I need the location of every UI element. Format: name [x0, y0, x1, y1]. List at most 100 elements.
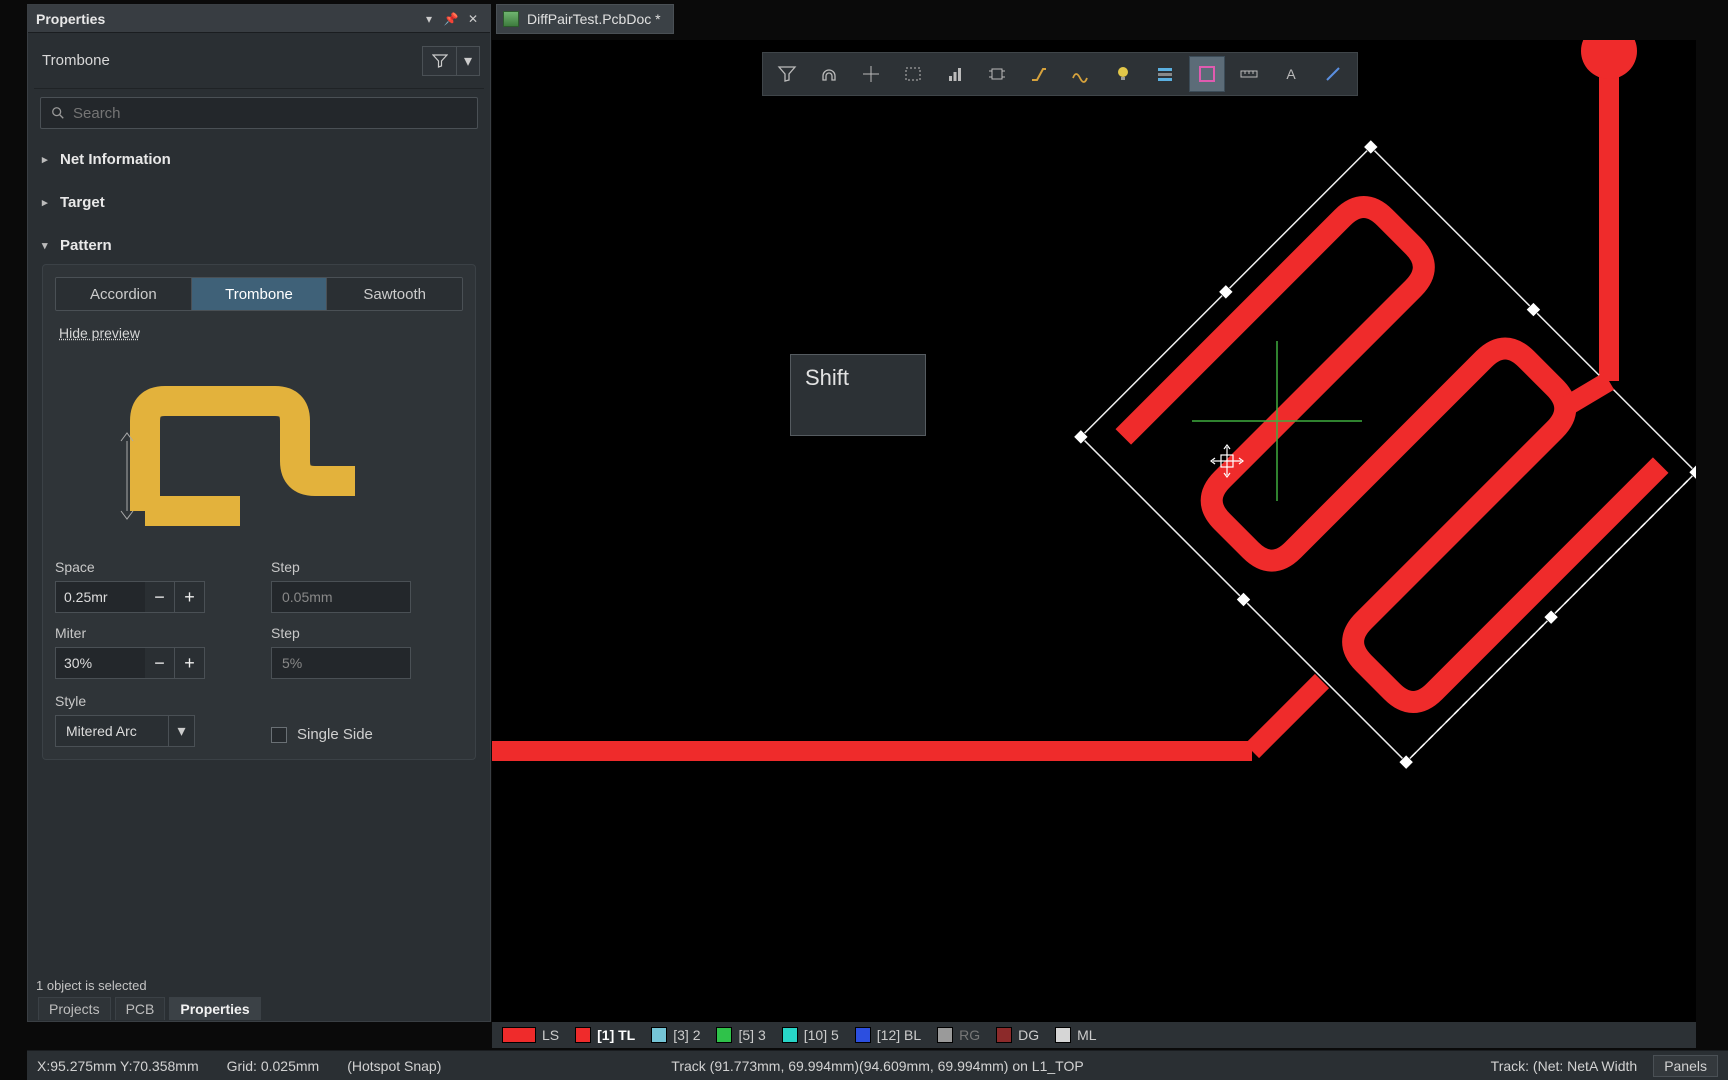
section-net-information[interactable]: ▸ Net Information [40, 145, 478, 174]
chevron-right-icon: ▸ [42, 153, 54, 166]
layer-item[interactable]: [3] 2 [651, 1027, 700, 1043]
single-side-checkbox[interactable]: Single Side [271, 726, 463, 747]
style-value: Mitered Arc [56, 716, 168, 746]
funnel-icon[interactable] [423, 47, 457, 75]
chevron-down-icon[interactable]: ▾ [457, 47, 479, 75]
layer-item[interactable]: DG [996, 1027, 1039, 1043]
chevron-down-icon: ▾ [42, 239, 54, 252]
space-input[interactable] [55, 581, 145, 613]
pcb-canvas[interactable] [492, 40, 1696, 1022]
selection-status: 1 object is selected [36, 978, 147, 993]
space-step-label: Step [271, 559, 463, 575]
route-icon[interactable] [1021, 56, 1057, 92]
layer-item[interactable]: RG [937, 1027, 980, 1043]
object-type-label: Trombone [42, 52, 422, 69]
snap-icon[interactable] [811, 56, 847, 92]
layer-item[interactable]: [10] 5 [782, 1027, 839, 1043]
chevron-down-icon[interactable]: ▾ [168, 716, 194, 746]
pcb-drawing [492, 40, 1696, 1022]
hide-preview-link[interactable]: Hide preview [55, 325, 140, 341]
panel-close-icon[interactable]: ✕ [464, 10, 482, 28]
miter-increment-button[interactable]: + [175, 647, 205, 679]
layer-label: ML [1077, 1027, 1096, 1043]
object-type-row: Trombone ▾ [34, 33, 484, 89]
layer-label: [12] BL [877, 1027, 921, 1043]
style-select[interactable]: Mitered Arc ▾ [55, 715, 195, 747]
chevron-right-icon: ▸ [42, 196, 54, 209]
style-label: Style [55, 693, 247, 709]
layer-item[interactable]: LS [502, 1027, 559, 1043]
pcb-doc-icon [503, 11, 519, 27]
svg-text:A: A [1286, 66, 1296, 82]
section-pattern[interactable]: ▾ Pattern [40, 231, 478, 260]
miter-step-input[interactable] [271, 647, 411, 679]
checkbox-box [271, 727, 287, 743]
panel-bottom-tabs: Projects PCB Properties [34, 995, 265, 1021]
canvas-toolbar: A [762, 52, 1358, 96]
section-label: Pattern [60, 237, 112, 254]
tab-trombone[interactable]: Trombone [192, 278, 328, 310]
line-icon[interactable] [1315, 56, 1351, 92]
status-grid: Grid: 0.025mm [227, 1058, 320, 1074]
space-increment-button[interactable]: + [175, 581, 205, 613]
status-coords: X:95.275mm Y:70.358mm [37, 1058, 199, 1074]
rectangle-icon[interactable] [895, 56, 931, 92]
search-field[interactable] [73, 105, 467, 122]
single-side-label: Single Side [297, 726, 373, 743]
layer-swatch [502, 1027, 536, 1043]
object-filter-combo[interactable]: ▾ [422, 46, 480, 76]
section-label: Net Information [60, 151, 171, 168]
bottom-tab-pcb[interactable]: PCB [115, 997, 166, 1020]
bottom-tab-projects[interactable]: Projects [38, 997, 111, 1020]
panel-pin-icon[interactable]: 📌 [442, 10, 460, 28]
layer-swatch [996, 1027, 1012, 1043]
layerstack-icon[interactable] [1147, 56, 1183, 92]
text-icon[interactable]: A [1273, 56, 1309, 92]
properties-panel: Properties ▾ 📌 ✕ Trombone ▾ [27, 4, 491, 1022]
layer-swatch [651, 1027, 667, 1043]
tab-accordion[interactable]: Accordion [56, 278, 192, 310]
layer-item[interactable]: ML [1055, 1027, 1096, 1043]
miter-decrement-button[interactable]: − [145, 647, 175, 679]
layer-label: LS [542, 1027, 559, 1043]
key-indicator-label: Shift [805, 365, 849, 390]
crosshair-icon[interactable] [853, 56, 889, 92]
layer-swatch [1055, 1027, 1071, 1043]
search-input[interactable] [40, 97, 478, 129]
document-tab[interactable]: DiffPairTest.PcbDoc * [496, 4, 674, 34]
highlight-icon[interactable] [1189, 56, 1225, 92]
document-tab-label: DiffPairTest.PcbDoc * [527, 11, 661, 27]
space-decrement-button[interactable]: − [145, 581, 175, 613]
layer-item[interactable]: [12] BL [855, 1027, 921, 1043]
layer-label: [1] TL [597, 1027, 635, 1043]
filter-icon[interactable] [769, 56, 805, 92]
bottom-tab-properties[interactable]: Properties [169, 997, 260, 1020]
layer-item[interactable]: [1] TL [575, 1027, 635, 1043]
layer-swatch [575, 1027, 591, 1043]
layer-item[interactable]: [5] 3 [716, 1027, 765, 1043]
diffpair-icon[interactable] [1063, 56, 1099, 92]
align-icon[interactable] [937, 56, 973, 92]
status-bar: X:95.275mm Y:70.358mm Grid: 0.025mm (Hot… [27, 1050, 1728, 1080]
bulb-icon[interactable] [1105, 56, 1141, 92]
panels-button[interactable]: Panels [1653, 1055, 1718, 1077]
status-right-info: Track: (Net: NetA Width [1491, 1058, 1638, 1074]
layer-label: DG [1018, 1027, 1039, 1043]
trombone-preview-icon [65, 361, 365, 541]
space-label: Space [55, 559, 247, 575]
section-target[interactable]: ▸ Target [40, 188, 478, 217]
layer-label: [3] 2 [673, 1027, 700, 1043]
layer-bar: LS [1] TL [3] 2 [5] 3 [10] 5 [12] BL RG DG ML [492, 1022, 1696, 1048]
measure-icon[interactable] [1231, 56, 1267, 92]
layer-label: RG [959, 1027, 980, 1043]
panel-menu-icon[interactable]: ▾ [420, 10, 438, 28]
miter-input[interactable] [55, 647, 145, 679]
component-icon[interactable] [979, 56, 1015, 92]
tab-sawtooth[interactable]: Sawtooth [327, 278, 462, 310]
panel-title: Properties [36, 11, 416, 27]
space-step-input[interactable] [271, 581, 411, 613]
search-icon [51, 106, 65, 120]
layer-swatch [937, 1027, 953, 1043]
layer-swatch [782, 1027, 798, 1043]
pattern-type-segmented: Accordion Trombone Sawtooth [55, 277, 463, 311]
